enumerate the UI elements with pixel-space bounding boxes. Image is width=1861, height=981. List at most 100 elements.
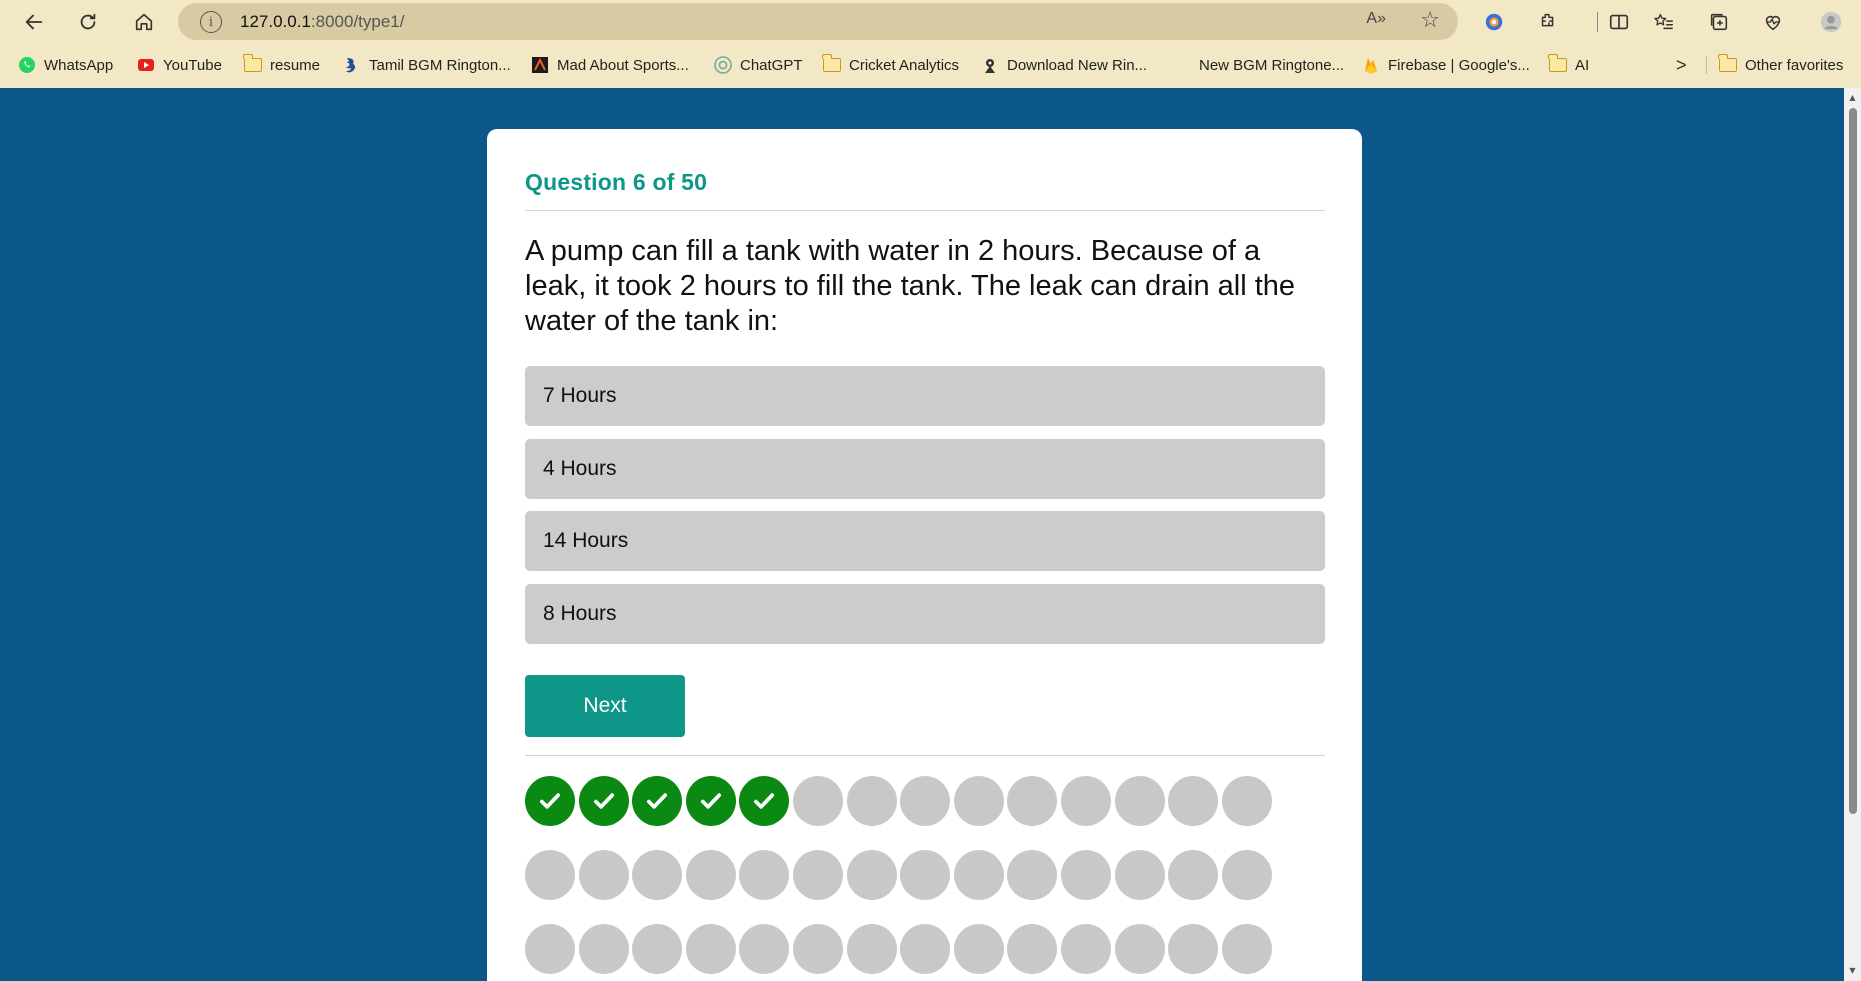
bookmarks-overflow-chevron-icon[interactable]: > xyxy=(1676,53,1687,77)
site-info-icon[interactable]: i xyxy=(200,11,222,33)
profile-extension-button[interactable] xyxy=(1478,6,1510,38)
folder-icon xyxy=(243,54,262,74)
site-icon xyxy=(343,56,361,74)
progress-dot[interactable] xyxy=(1168,850,1219,900)
progress-dot[interactable] xyxy=(632,924,683,974)
progress-dot[interactable] xyxy=(578,850,629,900)
bookmark-label: resume xyxy=(270,56,321,74)
progress-dot[interactable] xyxy=(1114,924,1165,974)
bookmark-mad-about-sports[interactable]: Mad About Sports... xyxy=(531,53,689,77)
bookmark-youtube[interactable]: YouTube xyxy=(137,53,222,77)
profile-button[interactable] xyxy=(1815,6,1847,38)
checkmark-icon xyxy=(593,793,614,809)
answer-option-2[interactable]: 4 Hours xyxy=(525,439,1325,499)
favorite-star-icon[interactable]: ☆ xyxy=(1420,8,1440,33)
bookmark-download-new-rin[interactable]: Download New Rin... xyxy=(981,53,1147,77)
bookmark-chatgpt[interactable]: ChatGPT xyxy=(714,53,803,77)
favorites-button[interactable] xyxy=(1648,6,1680,38)
answer-option-4[interactable]: 8 Hours xyxy=(525,584,1325,644)
progress-dot[interactable] xyxy=(1114,850,1165,900)
progress-dot[interactable] xyxy=(900,850,951,900)
progress-dot[interactable] xyxy=(525,924,575,974)
split-screen-button[interactable] xyxy=(1603,6,1635,38)
progress-dot[interactable] xyxy=(1007,776,1058,826)
progress-dot[interactable] xyxy=(578,924,629,974)
scroll-up-arrow-icon[interactable]: ▲ xyxy=(1847,93,1858,103)
bookmark-label: Mad About Sports... xyxy=(557,56,689,74)
progress-dot[interactable] xyxy=(1061,776,1111,826)
bookmark-new-bgm-ringtone[interactable]: New BGM Ringtone... xyxy=(1199,53,1344,77)
url-path: :8000/type1/ xyxy=(310,12,405,31)
progress-dot[interactable] xyxy=(685,850,736,900)
chatgpt-icon xyxy=(714,56,732,74)
progress-dot[interactable] xyxy=(846,776,897,826)
progress-dot-answered[interactable] xyxy=(685,776,736,826)
bookmark-label: Download New Rin... xyxy=(1007,56,1148,74)
progress-dot[interactable] xyxy=(953,850,1004,900)
page-scrollbar[interactable]: ▲ ▼ xyxy=(1844,88,1861,981)
bookmark-label: WhatsApp xyxy=(44,56,114,74)
bookmark-whatsapp[interactable]: WhatsApp xyxy=(18,53,113,77)
progress-dot[interactable] xyxy=(1221,924,1272,974)
extension-badge-icon xyxy=(1485,13,1503,31)
bookmark-ai[interactable]: AI xyxy=(1548,53,1590,77)
extensions-button[interactable] xyxy=(1532,6,1564,38)
bookmark-label: Other favorites xyxy=(1745,56,1844,74)
progress-dot-answered[interactable] xyxy=(525,776,575,826)
progress-dot-answered[interactable] xyxy=(578,776,629,826)
performance-button[interactable] xyxy=(1757,6,1789,38)
bookmark-tamil-bgm[interactable]: Tamil BGM Rington... xyxy=(343,53,511,77)
progress-dot[interactable] xyxy=(739,850,790,900)
progress-dot[interactable] xyxy=(1114,776,1165,826)
progress-dot[interactable] xyxy=(900,776,951,826)
bookmark-cricket-analytics[interactable]: Cricket Analytics xyxy=(822,53,959,77)
progress-dot[interactable] xyxy=(793,850,843,900)
progress-dot[interactable] xyxy=(1168,776,1219,826)
bookmark-resume[interactable]: resume xyxy=(243,53,321,77)
bookmark-other-favorites[interactable]: Other favorites xyxy=(1718,53,1844,77)
progress-dot[interactable] xyxy=(793,776,843,826)
home-button[interactable] xyxy=(128,6,160,38)
scroll-thumb[interactable] xyxy=(1849,108,1857,814)
progress-dot[interactable] xyxy=(525,850,575,900)
favorites-list-icon xyxy=(1654,13,1673,30)
bookmark-label: AI xyxy=(1575,56,1590,74)
progress-dot[interactable] xyxy=(1221,850,1272,900)
folder-icon xyxy=(1548,54,1567,74)
collections-button[interactable] xyxy=(1703,6,1735,38)
next-button[interactable]: Next xyxy=(525,675,685,737)
scroll-down-arrow-icon[interactable]: ▼ xyxy=(1847,966,1858,976)
progress-dot[interactable] xyxy=(1007,850,1058,900)
progress-dot[interactable] xyxy=(739,924,790,974)
progress-dot[interactable] xyxy=(1061,924,1111,974)
bookmark-label: New BGM Ringtone... xyxy=(1199,56,1345,74)
read-aloud-icon[interactable]: A» xyxy=(1366,10,1386,28)
progress-dot[interactable] xyxy=(953,924,1004,974)
progress-dot[interactable] xyxy=(900,924,951,974)
progress-dot-answered[interactable] xyxy=(739,776,790,826)
progress-dot[interactable] xyxy=(685,924,736,974)
back-button[interactable] xyxy=(18,6,50,38)
answer-option-3[interactable]: 14 Hours xyxy=(525,511,1325,571)
progress-dot[interactable] xyxy=(846,850,897,900)
progress-dot[interactable] xyxy=(1168,924,1219,974)
reload-button[interactable] xyxy=(72,6,104,38)
progress-dot-answered[interactable] xyxy=(632,776,683,826)
answer-option-1[interactable]: 7 Hours xyxy=(525,366,1325,426)
bookmark-firebase[interactable]: Firebase | Google's... xyxy=(1362,53,1530,77)
bookmark-label: Tamil BGM Rington... xyxy=(369,56,511,74)
checkmark-icon xyxy=(700,793,721,809)
progress-dot[interactable] xyxy=(1221,776,1272,826)
site-icon xyxy=(981,56,999,74)
address-url[interactable]: 127.0.0.1:8000/type1/ xyxy=(240,12,404,32)
progress-dot[interactable] xyxy=(953,776,1004,826)
split-screen-icon xyxy=(1609,14,1629,30)
youtube-icon xyxy=(137,56,155,74)
progress-dot[interactable] xyxy=(846,924,897,974)
progress-dot[interactable] xyxy=(632,850,683,900)
progress-dot[interactable] xyxy=(793,924,843,974)
question-text: A pump can fill a tank with water in 2 h… xyxy=(525,235,1296,337)
progress-dot[interactable] xyxy=(1061,850,1111,900)
progress-dot[interactable] xyxy=(1007,924,1058,974)
address-bar[interactable]: i 127.0.0.1:8000/type1/ A» ☆ xyxy=(178,3,1458,40)
